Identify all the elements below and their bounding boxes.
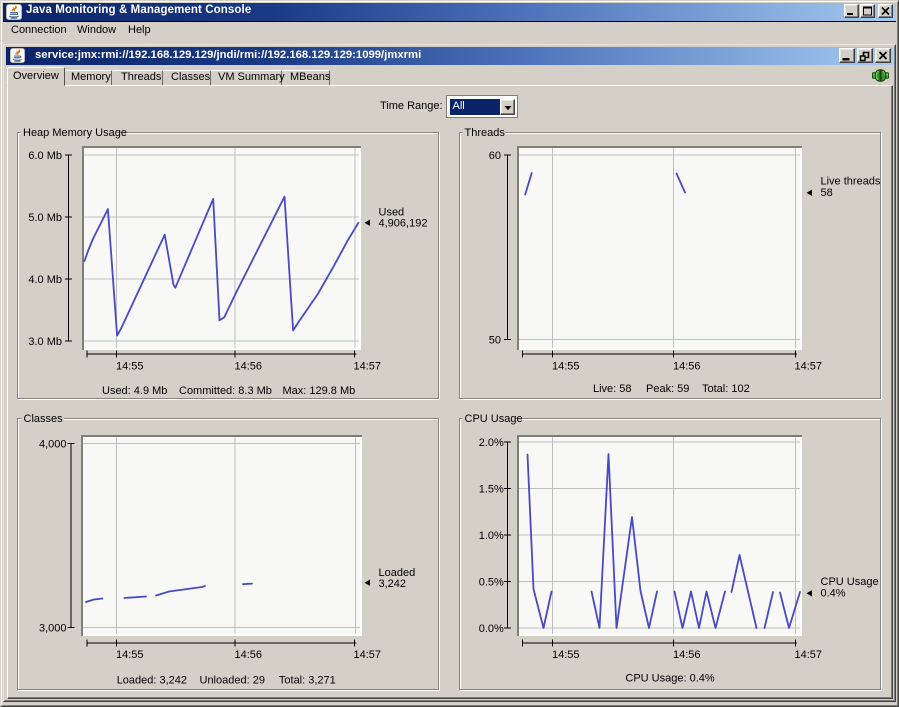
svg-text:4.0 Mb: 4.0 Mb <box>28 274 62 286</box>
svg-text:14:56: 14:56 <box>673 361 701 373</box>
svg-text:6.0 Mb: 6.0 Mb <box>28 150 62 162</box>
svg-text:Total: 102: Total: 102 <box>702 383 750 395</box>
svg-text:0.4%: 0.4% <box>821 588 846 600</box>
svg-text:14:57: 14:57 <box>795 361 823 373</box>
svg-text:3.0 Mb: 3.0 Mb <box>28 336 62 348</box>
svg-text:Heap Memory Usage: Heap Memory Usage <box>23 127 127 139</box>
svg-text:3,242: 3,242 <box>379 578 407 590</box>
svg-text:58: 58 <box>821 187 833 199</box>
svg-text:5.0 Mb: 5.0 Mb <box>28 212 62 224</box>
svg-text:0.5%: 0.5% <box>479 577 504 589</box>
svg-text:CPU Usage: CPU Usage <box>465 413 523 425</box>
svg-text:50: 50 <box>489 335 501 347</box>
svg-text:Live threads: Live threads <box>821 176 881 188</box>
svg-text:60: 60 <box>489 150 501 162</box>
svg-text:Live: 58: Live: 58 <box>593 383 632 395</box>
svg-text:14:57: 14:57 <box>795 649 823 661</box>
svg-text:14:57: 14:57 <box>354 649 382 661</box>
svg-text:4,906,192: 4,906,192 <box>379 218 428 230</box>
svg-text:CPU Usage: CPU Usage <box>821 576 879 588</box>
svg-text:14:55: 14:55 <box>116 361 144 373</box>
svg-text:14:55: 14:55 <box>552 361 580 373</box>
svg-text:14:56: 14:56 <box>235 361 263 373</box>
svg-text:Max: 129.8 Mb: Max: 129.8 Mb <box>283 385 356 397</box>
svg-text:Peak: 59: Peak: 59 <box>646 383 689 395</box>
svg-text:1.0%: 1.0% <box>479 530 504 542</box>
svg-text:4,000: 4,000 <box>39 439 67 451</box>
svg-text:3,000: 3,000 <box>39 623 67 635</box>
svg-text:CPU Usage: 0.4%: CPU Usage: 0.4% <box>625 673 714 685</box>
svg-text:14:55: 14:55 <box>552 649 580 661</box>
svg-text:1.5%: 1.5% <box>479 484 504 496</box>
svg-text:14:57: 14:57 <box>354 361 382 373</box>
svg-text:Threads: Threads <box>465 127 506 139</box>
svg-text:14:56: 14:56 <box>235 649 263 661</box>
svg-text:0.0%: 0.0% <box>479 623 504 635</box>
svg-text:2.0%: 2.0% <box>479 437 504 449</box>
svg-text:Loaded: 3,242: Loaded: 3,242 <box>117 675 187 687</box>
svg-text:Unloaded: 29: Unloaded: 29 <box>200 675 265 687</box>
svg-text:Total: 3,271: Total: 3,271 <box>279 675 336 687</box>
svg-text:14:56: 14:56 <box>673 649 701 661</box>
svg-text:Committed: 8.3 Mb: Committed: 8.3 Mb <box>179 385 272 397</box>
svg-text:Used: 4.9 Mb: Used: 4.9 Mb <box>102 385 167 397</box>
svg-text:Classes: Classes <box>24 413 64 425</box>
svg-text:14:55: 14:55 <box>116 649 144 661</box>
